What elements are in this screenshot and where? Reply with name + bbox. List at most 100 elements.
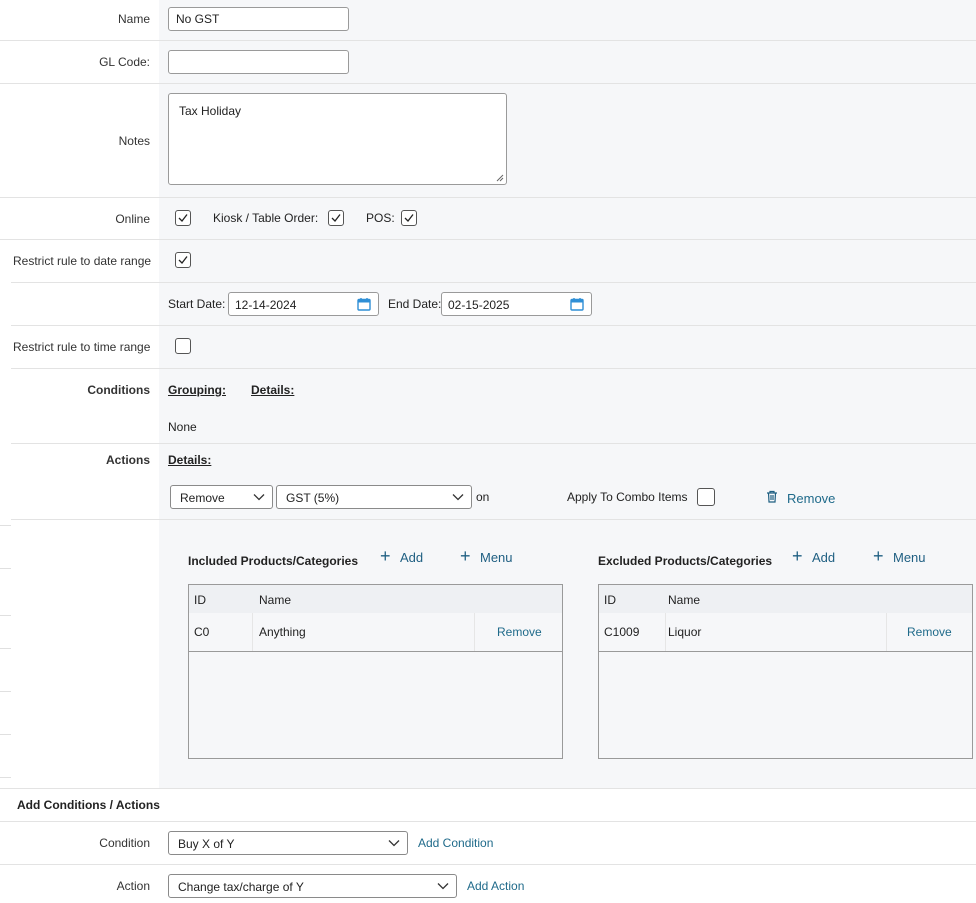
online-checkbox[interactable]	[175, 210, 191, 226]
row-name: Liquor	[668, 625, 702, 639]
action-type-select[interactable]: Remove	[170, 485, 273, 509]
calendar-icon[interactable]	[570, 297, 584, 311]
end-date-input[interactable]: 02-15-2025	[441, 292, 592, 316]
excluded-table: ID Name C1009 Liquor Remove	[598, 584, 973, 759]
restrict-date-label: Restrict rule to date range	[13, 254, 152, 268]
gl-code-label: GL Code:	[99, 55, 150, 69]
row-remove-link[interactable]: Remove	[497, 625, 542, 639]
name-input-value: No GST	[176, 12, 220, 26]
remove-action-label: Remove	[787, 491, 836, 506]
notes-textarea[interactable]: Tax Holiday	[168, 93, 507, 185]
column-header-id: ID	[604, 593, 616, 607]
conditions-grouping-header: Grouping:	[168, 383, 226, 397]
column-header-name: Name	[259, 593, 292, 607]
divider	[0, 648, 11, 649]
row-id: C0	[194, 625, 210, 639]
trash-icon	[767, 490, 777, 503]
table-header: ID Name	[599, 585, 972, 613]
resize-grip-icon[interactable]	[496, 174, 504, 182]
end-date-label: End Date:	[388, 297, 442, 311]
divider	[0, 525, 11, 526]
start-date-label: Start Date:	[168, 297, 226, 311]
chevron-down-icon	[437, 883, 449, 890]
restrict-time-checkbox[interactable]	[175, 338, 191, 354]
row-id: C1009	[604, 625, 640, 639]
included-table: ID Name C0 Anything Remove	[188, 584, 563, 759]
add-action-link[interactable]: Add Action	[467, 879, 524, 893]
action-label: Action	[116, 879, 150, 893]
divider	[0, 788, 976, 789]
tax-select[interactable]: GST (5%)	[276, 485, 472, 509]
apply-combo-label: Apply To Combo Items	[567, 490, 688, 504]
chevron-down-icon	[388, 840, 400, 847]
pos-checkbox[interactable]	[401, 210, 417, 226]
apply-combo-checkbox[interactable]	[697, 488, 715, 506]
condition-select-value: Buy X of Y	[178, 837, 235, 851]
divider	[11, 282, 976, 283]
row-name: Anything	[259, 625, 306, 639]
divider	[0, 691, 11, 692]
column-header-name: Name	[668, 593, 701, 607]
divider	[0, 568, 11, 569]
on-label: on	[476, 490, 490, 504]
divider	[11, 519, 976, 520]
table-row: C1009 Liquor Remove	[599, 613, 972, 652]
check-icon	[178, 256, 188, 264]
kiosk-checkbox[interactable]	[328, 210, 344, 226]
conditions-label: Conditions	[87, 383, 150, 397]
pos-label: POS:	[366, 211, 395, 225]
column-separator	[665, 613, 666, 651]
start-date-input[interactable]: 12-14-2024	[228, 292, 379, 316]
condition-label: Condition	[99, 836, 150, 850]
conditions-value: None	[168, 420, 197, 434]
included-add-label: Add	[400, 550, 424, 565]
action-select[interactable]: Change tax/charge of Y	[168, 874, 457, 898]
divider	[0, 239, 976, 240]
included-title: Included Products/Categories	[188, 554, 359, 568]
chevron-down-icon	[253, 494, 265, 501]
online-label: Online	[115, 212, 150, 226]
divider	[0, 615, 11, 616]
divider	[0, 83, 976, 84]
end-date-value: 02-15-2025	[448, 298, 510, 312]
column-separator	[252, 613, 253, 651]
notes-label: Notes	[118, 134, 150, 148]
start-date-value: 12-14-2024	[235, 298, 297, 312]
table-header: ID Name	[189, 585, 562, 613]
restrict-time-label: Restrict rule to time range	[13, 340, 151, 354]
plus-icon: +	[460, 546, 471, 566]
divider	[0, 821, 976, 822]
included-menu-label: Menu	[480, 550, 513, 565]
divider	[0, 734, 11, 735]
plus-icon: +	[792, 546, 803, 566]
divider	[11, 368, 976, 369]
add-condition-link[interactable]: Add Condition	[418, 836, 493, 850]
check-icon	[404, 214, 414, 222]
conditions-details-header: Details:	[251, 383, 295, 397]
add-section-title: Add Conditions / Actions	[17, 798, 160, 812]
gl-code-input[interactable]	[168, 50, 349, 74]
column-separator	[474, 613, 475, 651]
restrict-date-checkbox[interactable]	[175, 252, 191, 268]
divider	[0, 197, 976, 198]
notes-textarea-value: Tax Holiday	[179, 104, 242, 118]
chevron-down-icon	[452, 494, 464, 501]
divider	[0, 40, 976, 41]
name-input[interactable]: No GST	[168, 7, 349, 31]
kiosk-label: Kiosk / Table Order:	[213, 211, 319, 225]
column-separator	[886, 613, 887, 651]
actions-label: Actions	[105, 453, 150, 467]
row-remove-link[interactable]: Remove	[907, 625, 952, 639]
remove-action-button[interactable]: Remove	[766, 490, 836, 506]
plus-icon: +	[873, 546, 884, 566]
column-header-id: ID	[194, 593, 206, 607]
calendar-icon[interactable]	[357, 297, 371, 311]
table-row: C0 Anything Remove	[189, 613, 562, 652]
action-select-value: Change tax/charge of Y	[178, 880, 304, 894]
divider	[11, 443, 976, 444]
plus-icon: +	[380, 546, 391, 566]
action-type-value: Remove	[180, 491, 225, 505]
divider	[11, 325, 976, 326]
condition-select[interactable]: Buy X of Y	[168, 831, 408, 855]
divider	[0, 864, 976, 865]
